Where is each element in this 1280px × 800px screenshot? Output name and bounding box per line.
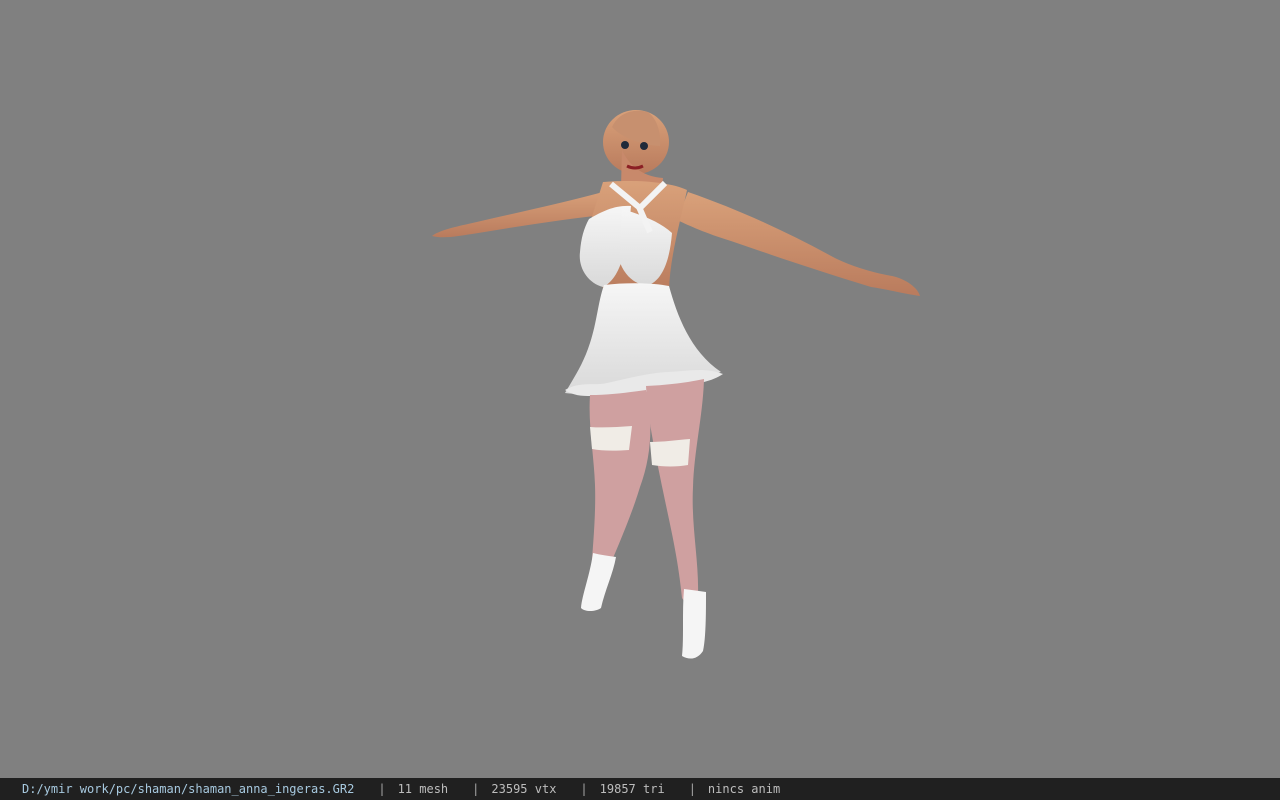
- status-separator: |: [472, 782, 480, 796]
- character-model-preview: [432, 110, 920, 659]
- status-mesh-count: 11 mesh: [397, 782, 449, 796]
- status-bar: D:/ymir work/pc/shaman/shaman_anna_inger…: [0, 778, 1280, 800]
- status-vertex-count: 23595 vtx: [491, 782, 557, 796]
- status-separator: |: [688, 782, 696, 796]
- 3d-viewport[interactable]: [0, 0, 1280, 778]
- status-file-path: D:/ymir work/pc/shaman/shaman_anna_inger…: [22, 782, 355, 796]
- status-separator: |: [580, 782, 588, 796]
- status-animation: nincs anim: [707, 782, 781, 796]
- status-separator: |: [378, 782, 386, 796]
- status-triangle-count: 19857 tri: [599, 782, 665, 796]
